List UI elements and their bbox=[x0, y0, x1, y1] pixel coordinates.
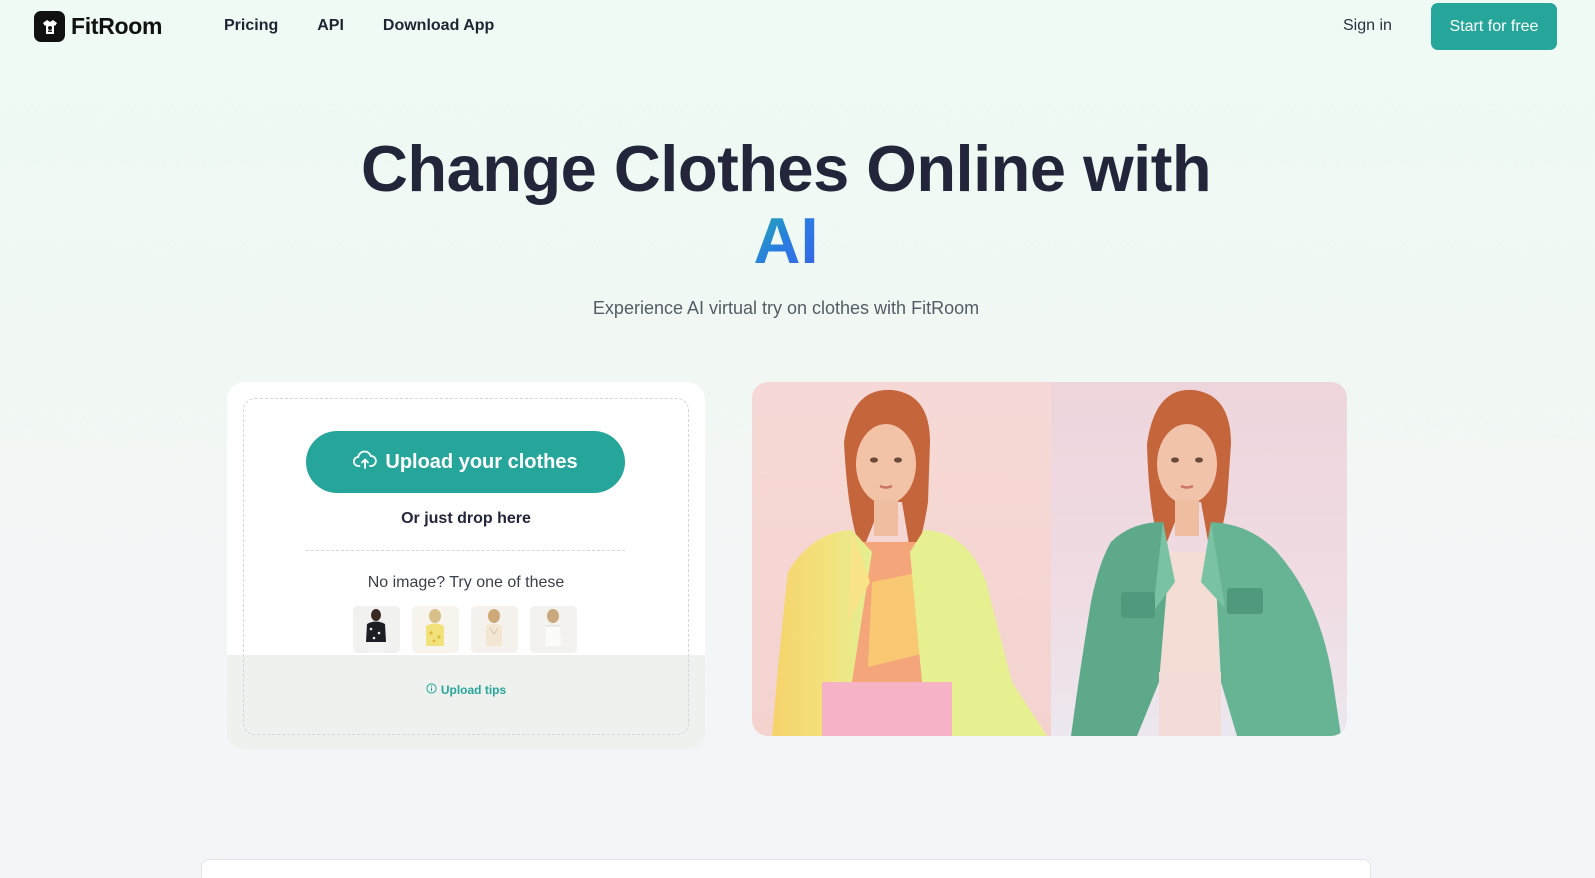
upload-clothes-button[interactable]: Upload your clothes bbox=[306, 431, 625, 493]
after-image bbox=[1051, 382, 1347, 736]
page-title: Change Clothes Online with bbox=[360, 132, 1212, 205]
nav-link-api[interactable]: API bbox=[317, 17, 344, 35]
sample-images bbox=[353, 606, 589, 653]
upload-clothes-label: Upload your clothes bbox=[385, 450, 578, 473]
sign-in-link[interactable]: Sign in bbox=[1343, 17, 1392, 35]
cloud-upload-icon bbox=[353, 450, 378, 475]
divider bbox=[306, 550, 625, 551]
top-nav: FitRoom Pricing API Download App Sign in… bbox=[0, 0, 1595, 54]
logo-text: FitRoom bbox=[71, 13, 163, 39]
info-icon bbox=[426, 683, 437, 697]
upload-tips-link[interactable]: Upload tips bbox=[227, 683, 705, 697]
nav-link-download-app[interactable]: Download App bbox=[383, 17, 494, 35]
logo[interactable]: FitRoom bbox=[34, 11, 162, 42]
upload-card: Upload your clothes Or just drop here No… bbox=[227, 382, 705, 750]
page-title-highlight: AI bbox=[753, 204, 819, 277]
drop-hint: Or just drop here bbox=[401, 510, 531, 527]
next-section-edge bbox=[201, 859, 1371, 878]
before-image bbox=[752, 382, 1051, 736]
logo-mark-icon bbox=[34, 11, 65, 42]
samples-heading: No image? Try one of these bbox=[367, 574, 565, 591]
start-for-free-button[interactable]: Start for free bbox=[1431, 3, 1557, 50]
sample-clothes-1[interactable] bbox=[353, 606, 400, 653]
sample-clothes-2[interactable] bbox=[412, 606, 459, 653]
nav-links: Pricing API Download App bbox=[224, 17, 533, 35]
sample-clothes-3[interactable] bbox=[471, 606, 518, 653]
page-subtitle: Experience AI virtual try on clothes wit… bbox=[592, 298, 980, 318]
before-after-preview bbox=[752, 382, 1347, 736]
nav-link-pricing[interactable]: Pricing bbox=[224, 17, 278, 35]
sample-clothes-4[interactable] bbox=[530, 606, 577, 653]
upload-tips-label: Upload tips bbox=[440, 683, 507, 697]
